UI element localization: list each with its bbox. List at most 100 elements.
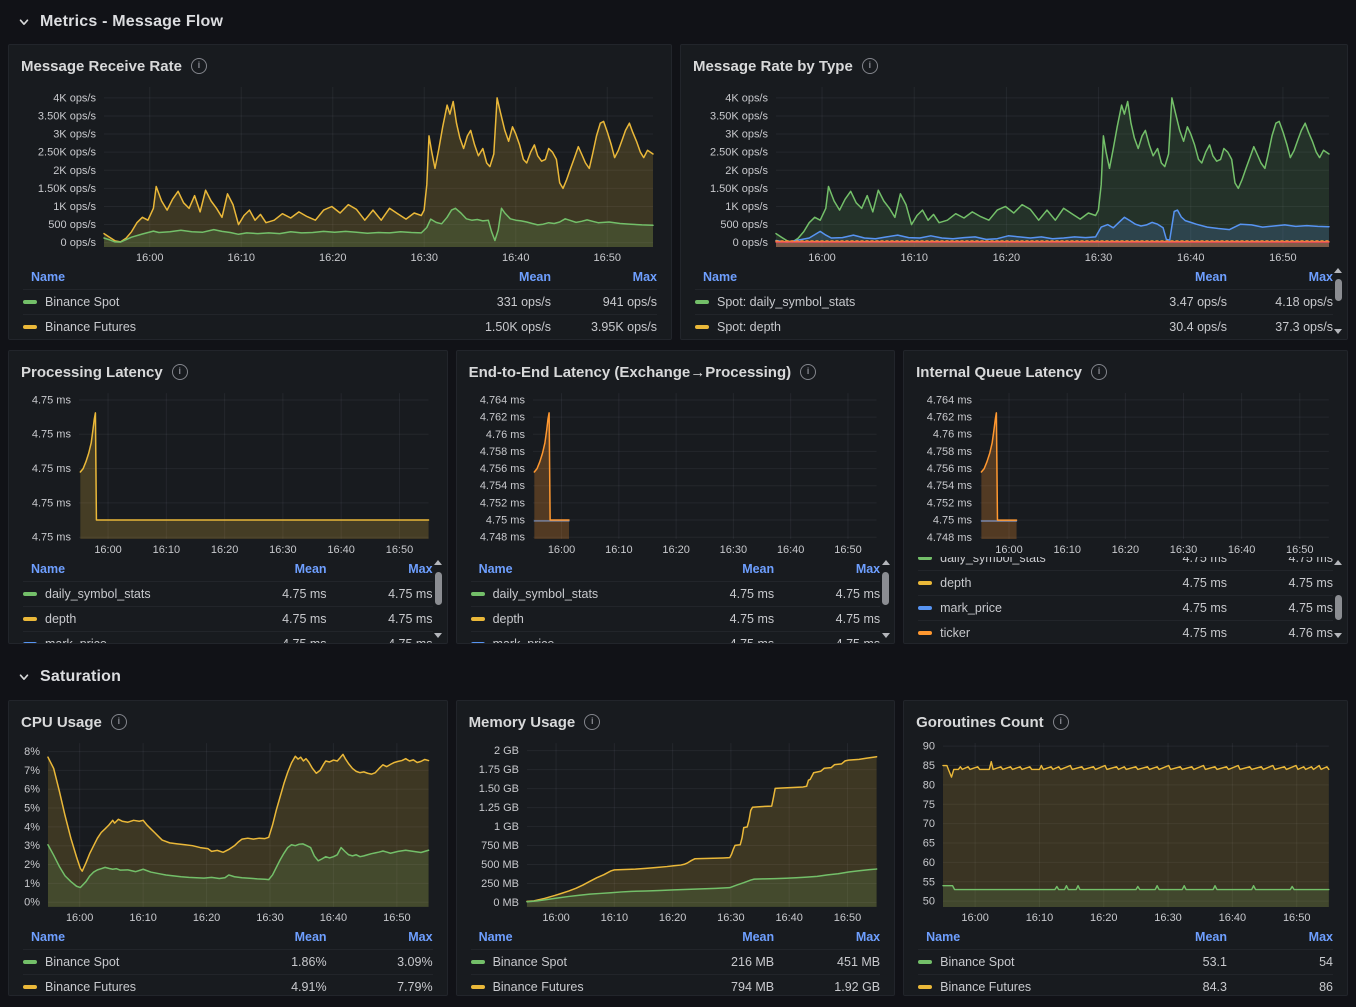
scrollbar-thumb[interactable]: [1335, 595, 1342, 620]
time-series-chart[interactable]: 4K ops/s3.50K ops/s3K ops/s2.50K ops/s2K…: [691, 81, 1337, 265]
svg-text:0 ops/s: 0 ops/s: [61, 237, 97, 249]
svg-text:16:40: 16:40: [1177, 252, 1205, 264]
legend-row[interactable]: daily_symbol_stats4.75 ms4.75 ms: [23, 581, 433, 606]
info-icon[interactable]: i: [111, 714, 127, 730]
legend-row[interactable]: daily_symbol_stats4.75 ms4.75 ms: [471, 581, 881, 606]
section-header-metrics-message-flow[interactable]: Metrics - Message Flow: [8, 0, 1348, 44]
section-header-saturation[interactable]: Saturation: [8, 654, 1348, 700]
panel-title[interactable]: Processing Latency: [21, 364, 163, 381]
panel-title[interactable]: Message Rate by Type: [693, 58, 853, 75]
legend-col-max[interactable]: Max: [774, 562, 880, 576]
legend-col-name[interactable]: Name: [31, 270, 65, 284]
legend-mean-value: 4.75 ms: [1121, 626, 1227, 640]
panel-goroutines-count: Goroutines Count i 90858075706560555016:…: [903, 700, 1348, 996]
legend-col-max[interactable]: Max: [774, 930, 880, 944]
legend-col-mean[interactable]: Mean: [221, 930, 327, 944]
legend-col-name[interactable]: Name: [703, 270, 737, 284]
info-icon[interactable]: i: [191, 58, 207, 74]
panel-title[interactable]: Goroutines Count: [916, 714, 1044, 731]
legend-max-value: 4.75 ms: [327, 637, 433, 643]
legend-row[interactable]: Binance Futures1.50K ops/s3.95K ops/s: [23, 314, 657, 339]
legend-col-mean[interactable]: Mean: [1121, 270, 1227, 284]
legend-col-max[interactable]: Max: [327, 562, 433, 576]
scrollbar-down-arrow-icon[interactable]: [880, 630, 891, 641]
scrollbar-down-arrow-icon[interactable]: [433, 630, 444, 641]
time-series-chart[interactable]: 90858075706560555016:0016:1016:2016:3016…: [914, 737, 1337, 925]
info-icon[interactable]: i: [862, 58, 878, 74]
legend-col-mean[interactable]: Mean: [668, 930, 774, 944]
legend-col-mean[interactable]: Mean: [445, 270, 551, 284]
svg-text:16:00: 16:00: [542, 912, 569, 924]
legend-row[interactable]: Binance Futures794 MB1.92 GB: [471, 974, 881, 995]
legend-col-max[interactable]: Max: [1227, 270, 1333, 284]
scrollbar-down-arrow-icon[interactable]: [1333, 630, 1344, 641]
legend-col-max[interactable]: Max: [1227, 930, 1333, 944]
legend-row[interactable]: Binance Futures84.386: [918, 974, 1333, 995]
panel-title[interactable]: End-to-End Latency (Exchange→Processing): [469, 364, 792, 381]
legend-max-value: 7.79%: [327, 980, 433, 994]
legend-row[interactable]: Spot: daily_symbol_stats3.47 ops/s4.18 o…: [695, 289, 1333, 314]
legend-row[interactable]: ticker4.75 ms4.76 ms: [918, 620, 1333, 643]
panel-internal-queue-latency: Internal Queue Latency i 4.764 ms4.762 m…: [903, 350, 1348, 644]
legend-row[interactable]: depth4.75 ms4.75 ms: [918, 570, 1333, 595]
info-icon[interactable]: i: [800, 364, 816, 380]
info-icon[interactable]: i: [584, 714, 600, 730]
scrollbar-thumb[interactable]: [435, 572, 442, 605]
legend-row[interactable]: daily_symbol_stats4.75 ms4.75 ms: [918, 557, 1333, 570]
legend-col-max[interactable]: Max: [551, 270, 657, 284]
legend-col-name[interactable]: Name: [31, 930, 65, 944]
legend-row[interactable]: depth4.75 ms4.75 ms: [471, 606, 881, 631]
legend-col-name[interactable]: Name: [479, 930, 513, 944]
legend-row[interactable]: mark_price4.75 ms4.75 ms: [23, 631, 433, 643]
legend-row[interactable]: Spot: depth30.4 ops/s37.3 ops/s: [695, 314, 1333, 339]
svg-text:16:30: 16:30: [256, 912, 283, 924]
legend-row[interactable]: Binance Spot1.86%3.09%: [23, 949, 433, 974]
panel-title[interactable]: Message Receive Rate: [21, 58, 182, 75]
scrollbar-thumb[interactable]: [1335, 279, 1342, 301]
scrollbar-up-arrow-icon[interactable]: [880, 557, 891, 568]
scrollbar-up-arrow-icon[interactable]: [1333, 265, 1344, 276]
svg-text:16:00: 16:00: [808, 252, 836, 264]
time-series-chart[interactable]: 8%7%6%5%4%3%2%1%0%16:0016:1016:2016:3016…: [19, 737, 437, 925]
legend-row[interactable]: Binance Futures4.91%7.79%: [23, 974, 433, 995]
legend-row[interactable]: Binance Spot331 ops/s941 ops/s: [23, 289, 657, 314]
panel-title[interactable]: CPU Usage: [21, 714, 102, 731]
info-icon[interactable]: i: [172, 364, 188, 380]
info-icon[interactable]: i: [1053, 714, 1069, 730]
scrollbar-thumb[interactable]: [882, 572, 889, 605]
legend-scrollbar[interactable]: [433, 557, 444, 641]
legend-scrollbar[interactable]: [1333, 557, 1344, 641]
scrollbar-down-arrow-icon[interactable]: [1333, 326, 1344, 337]
legend-scrollbar[interactable]: [1333, 265, 1344, 337]
svg-text:16:50: 16:50: [1269, 252, 1297, 264]
legend-series-name: Binance Futures: [940, 980, 1031, 994]
legend-header: Name MeanMax: [471, 557, 881, 581]
time-series-chart[interactable]: 4.764 ms4.762 ms4.76 ms4.758 ms4.756 ms4…: [467, 387, 885, 557]
time-series-chart[interactable]: 4.75 ms4.75 ms4.75 ms4.75 ms4.75 ms16:00…: [19, 387, 437, 557]
svg-text:4.748 ms: 4.748 ms: [927, 532, 973, 544]
scrollbar-up-arrow-icon[interactable]: [433, 557, 444, 568]
scrollbar-up-arrow-icon[interactable]: [1333, 557, 1344, 568]
time-series-chart[interactable]: 4K ops/s3.50K ops/s3K ops/s2.50K ops/s2K…: [19, 81, 661, 265]
legend-col-name[interactable]: Name: [926, 930, 960, 944]
legend-col-max[interactable]: Max: [327, 930, 433, 944]
panel-title[interactable]: Internal Queue Latency: [916, 364, 1082, 381]
legend-col-name[interactable]: Name: [479, 562, 513, 576]
svg-text:1%: 1%: [24, 878, 40, 890]
legend-col-mean[interactable]: Mean: [1121, 930, 1227, 944]
legend-row[interactable]: mark_price4.75 ms4.75 ms: [918, 595, 1333, 620]
legend-row[interactable]: Binance Spot216 MB451 MB: [471, 949, 881, 974]
legend-col-mean[interactable]: Mean: [221, 562, 327, 576]
legend-row[interactable]: mark_price4.75 ms4.75 ms: [471, 631, 881, 643]
legend-col-name[interactable]: Name: [31, 562, 65, 576]
legend-series-name: mark_price: [493, 637, 555, 643]
time-series-chart[interactable]: 2 GB1.75 GB1.50 GB1.25 GB1 GB750 MB500 M…: [467, 737, 885, 925]
legend-row[interactable]: Binance Spot53.154: [918, 949, 1333, 974]
info-icon[interactable]: i: [1091, 364, 1107, 380]
legend-col-mean[interactable]: Mean: [668, 562, 774, 576]
legend-scrollbar[interactable]: [880, 557, 891, 641]
time-series-chart[interactable]: 4.764 ms4.762 ms4.76 ms4.758 ms4.756 ms4…: [914, 387, 1337, 557]
legend-row[interactable]: depth4.75 ms4.75 ms: [23, 606, 433, 631]
panel-message-receive-rate: Message Receive Rate i 4K ops/s3.50K ops…: [8, 44, 672, 340]
panel-title[interactable]: Memory Usage: [469, 714, 576, 731]
